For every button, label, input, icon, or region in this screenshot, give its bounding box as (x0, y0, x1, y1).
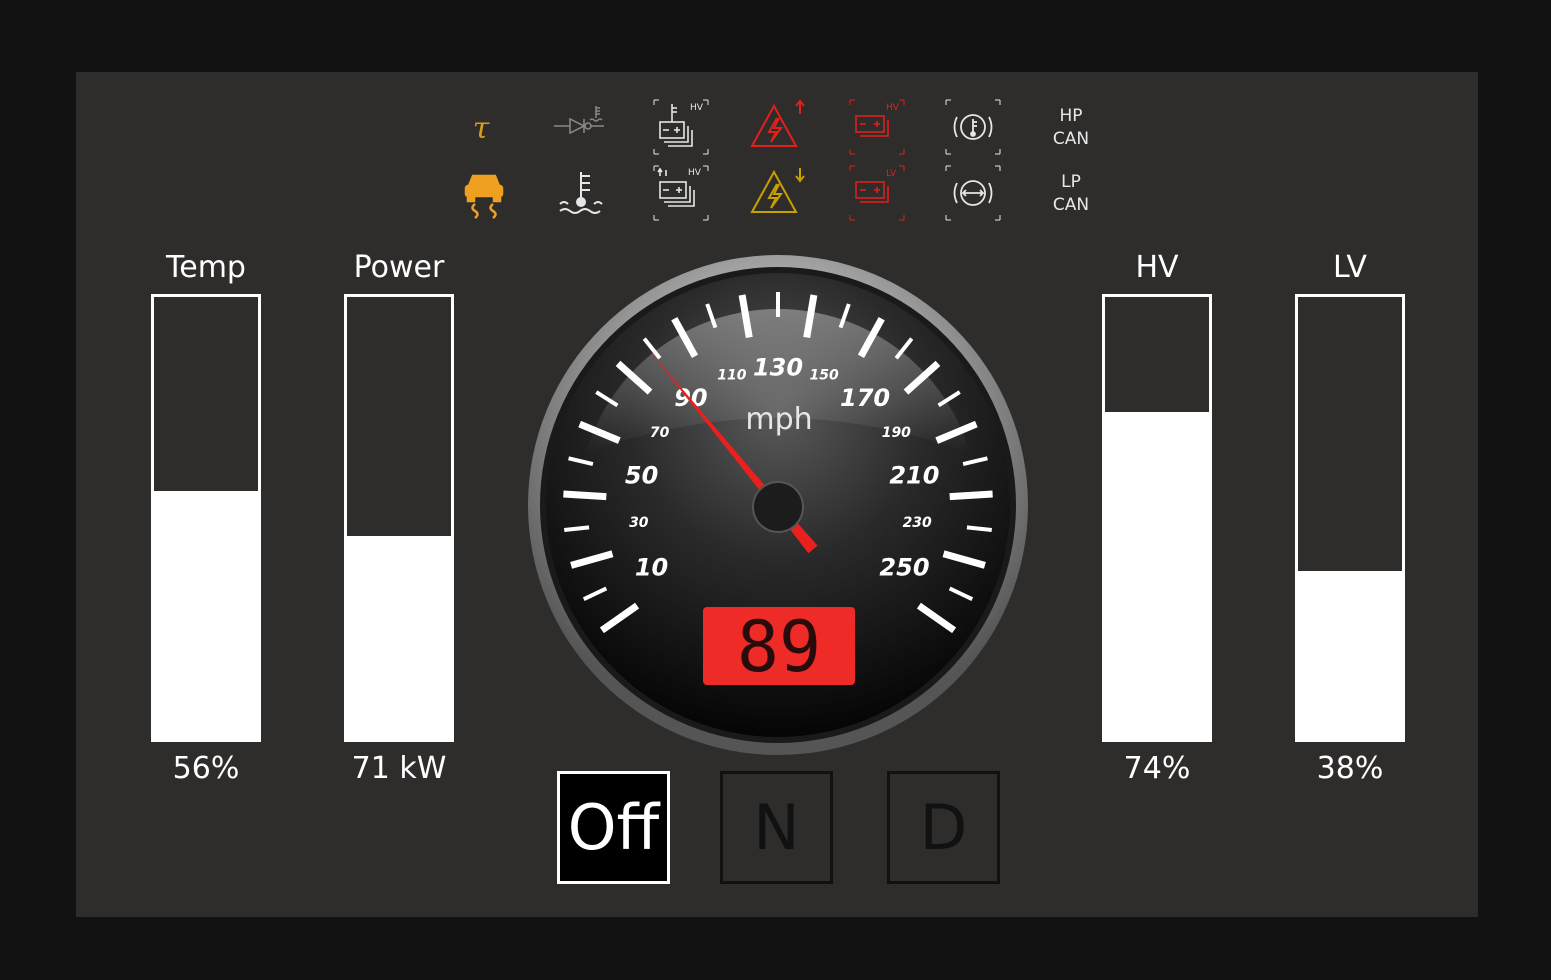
svg-text:HV: HV (688, 168, 702, 178)
gear-drive-button[interactable]: D (887, 771, 1000, 884)
traction-control-icon (455, 164, 513, 222)
gauge-label: 170 (840, 384, 890, 412)
power-bar-label: Power (353, 250, 445, 285)
gauge-tick (563, 490, 607, 501)
gauge-tick (949, 490, 993, 501)
hv-bar (1102, 294, 1212, 742)
gauge-unit: mph (745, 402, 812, 437)
speedometer: 1050901301702102503070110 150190230 mph 8… (528, 255, 1028, 755)
hv-battery-temperature-icon: HV (652, 98, 710, 156)
temp-bar-fill (154, 491, 258, 739)
hp-can-line2: CAN (1052, 129, 1090, 149)
gauge-label: 150 (809, 368, 838, 384)
gauge-label: 230 (903, 515, 932, 531)
hp-can-line1: HP (1059, 106, 1083, 126)
hv-battery-charge-icon: HV (652, 164, 710, 222)
gauge-label: 130 (753, 353, 803, 381)
svg-text:τ: τ (473, 111, 490, 146)
gauge-label: 250 (879, 553, 929, 581)
temp-bar-value: 56% (172, 751, 240, 786)
gauge-label: 10 (635, 553, 668, 581)
gauge-label: 70 (650, 425, 670, 441)
gauge-label: 210 (889, 462, 939, 490)
svg-text:HV: HV (690, 103, 704, 113)
high-voltage-down-warning-icon (750, 164, 808, 222)
lv-bar-label: LV (1333, 250, 1367, 285)
lp-can-line2: CAN (1052, 195, 1090, 215)
lv-battery-fault-icon: LV (848, 164, 906, 222)
lv-bar-fill (1298, 571, 1402, 739)
gauge-tick (966, 525, 992, 533)
power-bar (344, 294, 454, 742)
lp-can-line1: LP (1061, 172, 1081, 192)
needle-hub (752, 481, 804, 533)
gauge-tick (564, 525, 590, 533)
gauge-label: 190 (882, 425, 911, 441)
temp-bar (151, 294, 261, 742)
coolant-sensor-diode-icon (552, 98, 610, 156)
speed-readout: 89 (737, 606, 821, 688)
svg-text:LV: LV (886, 169, 897, 179)
svg-text:HV: HV (886, 103, 900, 113)
lv-bar-value: 38% (1316, 751, 1384, 786)
gauge-label: 110 (717, 368, 746, 384)
lv-bar (1295, 294, 1405, 742)
hv-battery-fault-icon: HV (848, 98, 906, 156)
hp-can-indicator: HP CAN (1036, 105, 1106, 151)
lp-can-indicator: LP CAN (1036, 171, 1106, 217)
brake-temperature-icon (944, 98, 1002, 156)
gauge-label: 50 (625, 462, 658, 490)
temp-bar-label: Temp (166, 250, 246, 285)
coolant-temperature-icon (552, 164, 610, 222)
power-bar-value: 71 kW (351, 751, 447, 786)
gear-off-button[interactable]: Off (557, 771, 670, 884)
gauge-label: 30 (629, 515, 649, 531)
gear-neutral-button[interactable]: N (720, 771, 833, 884)
tau-icon: τ (452, 98, 510, 156)
power-bar-fill (347, 535, 451, 739)
brake-pad-icon (944, 164, 1002, 222)
hv-bar-value: 74% (1123, 751, 1191, 786)
hv-bar-fill (1105, 411, 1209, 739)
high-voltage-up-warning-icon (750, 98, 808, 156)
hv-bar-label: HV (1135, 250, 1179, 285)
